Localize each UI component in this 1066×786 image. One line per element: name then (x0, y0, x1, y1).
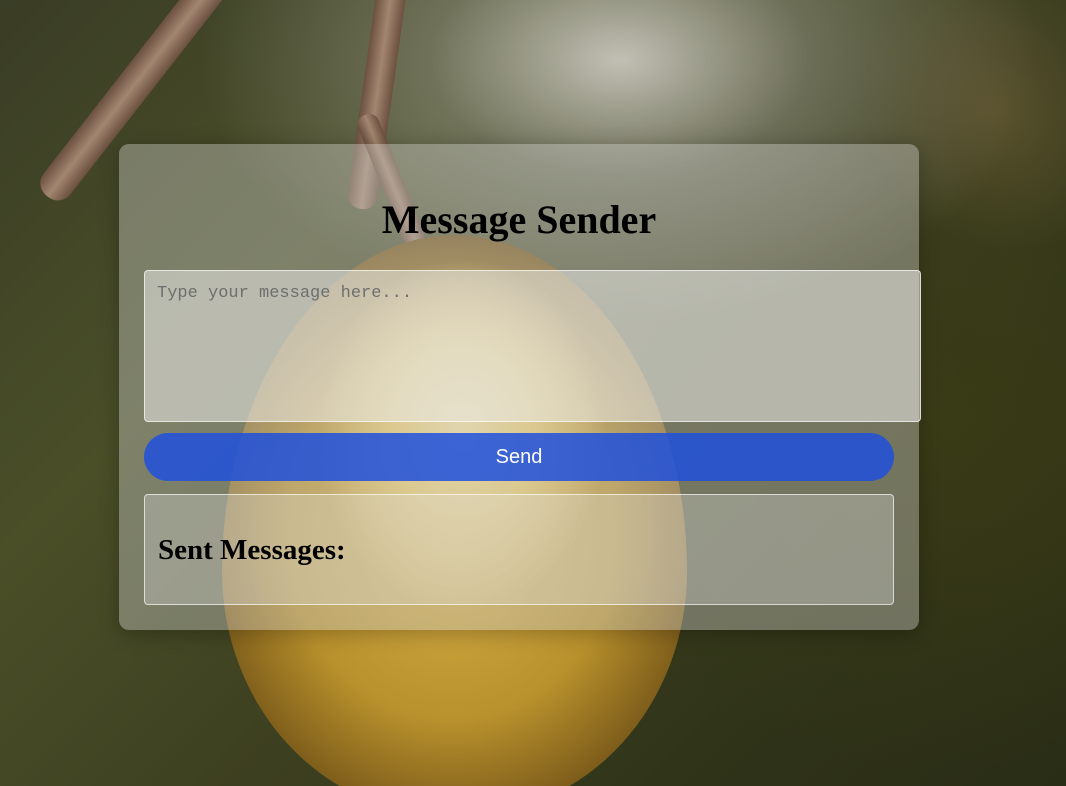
sent-messages-heading: Sent Messages: (158, 534, 346, 566)
message-input[interactable] (144, 270, 921, 422)
send-button[interactable]: Send (144, 433, 894, 481)
page-title: Message Sender (381, 197, 657, 242)
message-sender-card: Message Sender Send Sent Messages: (119, 144, 921, 630)
sent-messages-panel: Sent Messages: (144, 494, 894, 605)
